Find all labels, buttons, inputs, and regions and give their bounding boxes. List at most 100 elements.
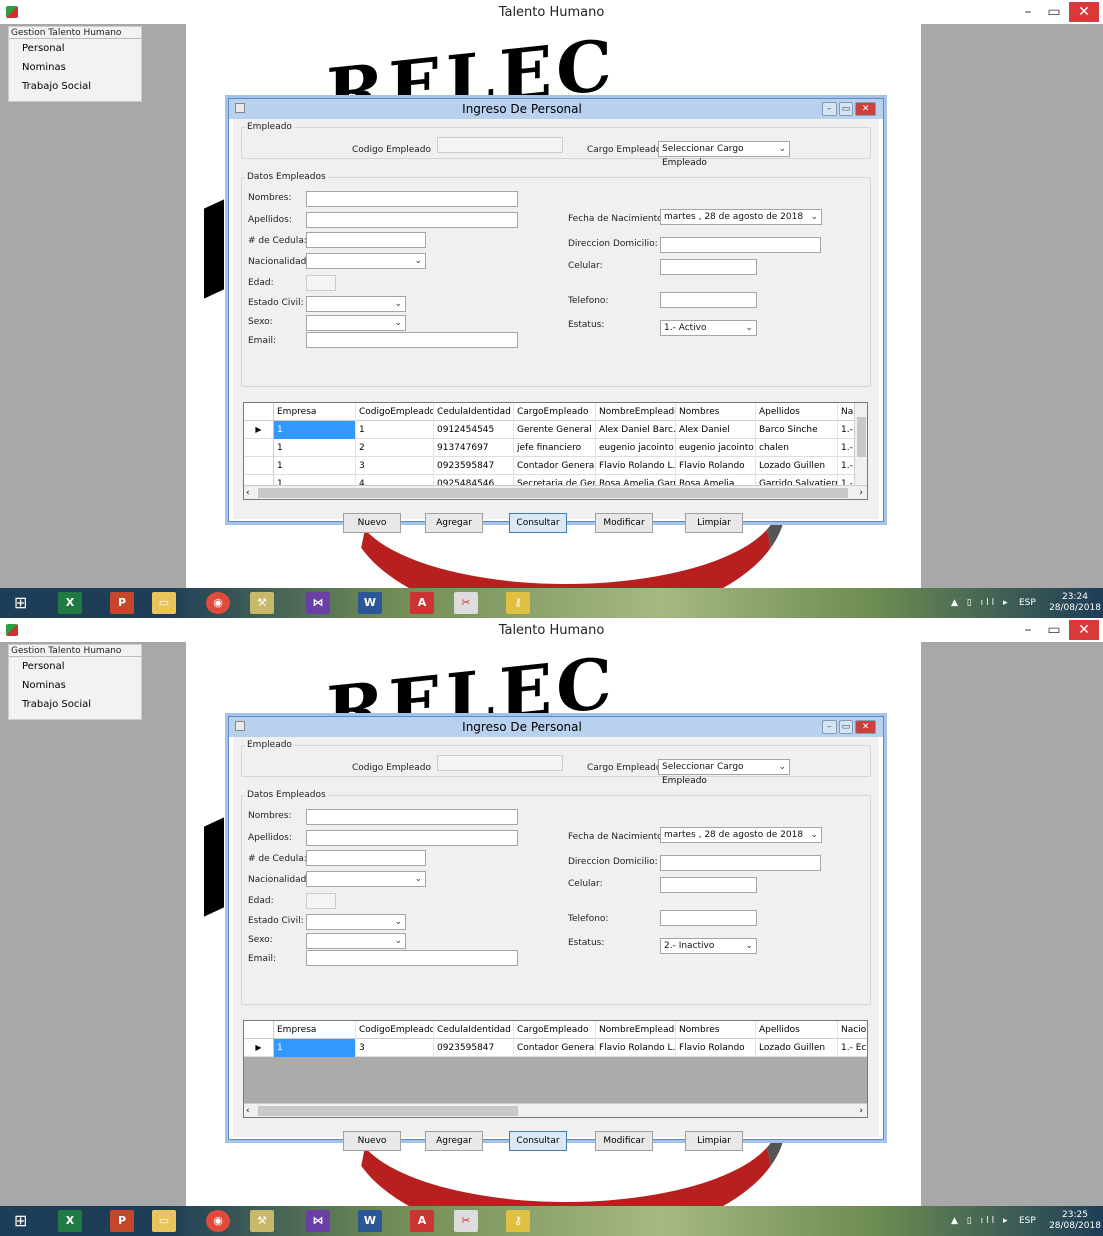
edad-field[interactable] — [306, 893, 336, 909]
column-header[interactable]: NombreEmpleado — [596, 1021, 676, 1039]
menu-item-trabajo-social[interactable]: Trabajo Social — [9, 77, 141, 96]
clock[interactable]: 23:24 28/08/2018 — [1049, 592, 1101, 614]
column-header[interactable]: Empresa — [274, 403, 356, 421]
grid-cell[interactable]: Contador General — [514, 1039, 596, 1057]
sexo-select[interactable]: ⌄ — [306, 933, 406, 949]
grid-cell[interactable]: Flavio Rolando L... — [596, 1039, 676, 1057]
dialog-titlebar[interactable]: Ingreso De Personal – ▭ ✕ — [229, 717, 883, 737]
grid-cell[interactable]: 913747697 — [434, 439, 514, 457]
maximize-button[interactable]: ▭ — [1042, 2, 1066, 22]
cargo-empleado-select[interactable]: Seleccionar Cargo Empleado ⌄ — [658, 141, 790, 168]
visual-studio-icon[interactable]: ⋈ — [306, 592, 330, 614]
celular-field[interactable] — [660, 877, 757, 893]
dialog-close-button[interactable]: ✕ — [855, 720, 877, 734]
file-explorer-icon[interactable]: ▭ — [152, 1210, 176, 1232]
scrollbar-thumb[interactable] — [258, 1106, 518, 1116]
dialog-maximize-button[interactable]: ▭ — [838, 102, 854, 116]
fecha-nacimiento-picker[interactable]: martes , 28 de agosto de 2018 ⌄ — [660, 209, 822, 225]
language-indicator[interactable]: ESP — [1019, 1216, 1036, 1226]
menu-item-trabajo-social[interactable]: Trabajo Social — [9, 695, 141, 714]
sexo-select[interactable]: ⌄ — [306, 315, 406, 331]
nacionalidad-select[interactable]: ⌄ — [306, 871, 426, 887]
grid-cell[interactable]: 1.- Ecu — [838, 1039, 867, 1057]
nombres-field[interactable] — [306, 809, 518, 825]
adobe-icon[interactable]: A — [410, 592, 434, 614]
powerpoint-icon[interactable]: P — [110, 1210, 134, 1232]
limpiar-button[interactable]: Limpiar — [685, 1131, 743, 1151]
column-header[interactable]: CodigoEmpleado — [356, 1021, 434, 1039]
estatus-select[interactable]: 2.- Inactivo ⌄ — [660, 938, 757, 954]
grid-cell[interactable]: eugenio jacointo — [676, 439, 756, 457]
scroll-left-icon[interactable]: ‹ — [246, 486, 250, 499]
table-row[interactable]: ▶ 1 3 0923595847 Contador General Flavio Rola… — [244, 1039, 867, 1057]
network-icon[interactable]: ▲ ▯ ıll ▸ — [951, 598, 1010, 608]
windows-start-icon[interactable]: ⊞ — [14, 1213, 32, 1229]
column-header[interactable]: CedulaIdentidad — [434, 403, 514, 421]
row-header[interactable] — [244, 439, 274, 457]
grid-cell[interactable]: Flavio Rolando — [676, 457, 756, 475]
column-header[interactable]: CargoEmpleado — [514, 403, 596, 421]
grid-cell[interactable]: 1 — [274, 421, 356, 439]
fecha-nacimiento-picker[interactable]: martes , 28 de agosto de 2018 ⌄ — [660, 827, 822, 843]
grid-cell[interactable]: Lozado Guillen — [756, 457, 838, 475]
menu-item-personal[interactable]: Personal — [9, 657, 141, 676]
adobe-icon[interactable]: A — [410, 1210, 434, 1232]
direccion-field[interactable] — [660, 855, 821, 871]
email-field[interactable] — [306, 332, 518, 348]
key-icon[interactable]: ⚷ — [506, 1210, 530, 1232]
menu-header[interactable]: Gestion Talento Humano — [9, 645, 141, 657]
empleados-grid[interactable]: Empresa CodigoEmpleado CedulaIdentidad Carg… — [243, 402, 868, 500]
table-row[interactable]: 1 3 0923595847 Contador General Flavio Rolan… — [244, 457, 867, 475]
grid-vertical-scrollbar[interactable] — [854, 403, 867, 485]
column-header[interactable]: Apellidos — [756, 1021, 838, 1039]
cedula-field[interactable] — [306, 850, 426, 866]
grid-cell[interactable]: 0923595847 — [434, 1039, 514, 1057]
column-header[interactable]: NombreEmpleado — [596, 403, 676, 421]
minimize-button[interactable]: – — [1016, 620, 1040, 640]
scroll-left-icon[interactable]: ‹ — [246, 1104, 250, 1117]
grid-cell[interactable]: Flavio Rolando L... — [596, 457, 676, 475]
grid-cell[interactable]: Flavio Rolando — [676, 1039, 756, 1057]
scroll-right-icon[interactable]: › — [859, 1104, 863, 1117]
celular-field[interactable] — [660, 259, 757, 275]
excel-icon[interactable]: X — [58, 592, 82, 614]
table-row[interactable]: ▶ 1 1 0912454545 Gerente General Alex Daniel … — [244, 421, 867, 439]
estado-civil-select[interactable]: ⌄ — [306, 914, 406, 930]
direccion-field[interactable] — [660, 237, 821, 253]
grid-cell[interactable]: Barco Sinche — [756, 421, 838, 439]
column-header[interactable]: Nombres — [676, 1021, 756, 1039]
scroll-right-icon[interactable]: › — [859, 486, 863, 499]
column-header[interactable]: Apellidos — [756, 403, 838, 421]
estatus-select[interactable]: 1.- Activo ⌄ — [660, 320, 757, 336]
grid-cell[interactable]: Gerente General — [514, 421, 596, 439]
cargo-empleado-select[interactable]: Seleccionar Cargo Empleado ⌄ — [658, 759, 790, 786]
grid-cell[interactable]: 2 — [356, 439, 434, 457]
row-header[interactable] — [244, 457, 274, 475]
grid-cell[interactable]: chalen — [756, 439, 838, 457]
close-button[interactable]: ✕ — [1069, 2, 1099, 22]
grid-cell[interactable]: 1 — [274, 439, 356, 457]
email-field[interactable] — [306, 950, 518, 966]
grid-cell[interactable]: 1 — [356, 421, 434, 439]
chrome-icon[interactable]: ◉ — [206, 1210, 230, 1232]
consultar-button[interactable]: Consultar — [509, 513, 567, 533]
estado-civil-select[interactable]: ⌄ — [306, 296, 406, 312]
codigo-empleado-field[interactable] — [437, 755, 563, 771]
minimize-button[interactable]: – — [1016, 2, 1040, 22]
paint-icon[interactable]: ✂ — [454, 592, 478, 614]
modificar-button[interactable]: Modificar — [595, 1131, 653, 1151]
nuevo-button[interactable]: Nuevo — [343, 1131, 401, 1151]
grid-cell[interactable]: 1 — [274, 1039, 356, 1057]
key-icon[interactable]: ⚷ — [506, 592, 530, 614]
dialog-maximize-button[interactable]: ▭ — [838, 720, 854, 734]
menu-item-personal[interactable]: Personal — [9, 39, 141, 58]
consultar-button[interactable]: Consultar — [509, 1131, 567, 1151]
paint-icon[interactable]: ✂ — [454, 1210, 478, 1232]
maximize-button[interactable]: ▭ — [1042, 620, 1066, 640]
agregar-button[interactable]: Agregar — [425, 1131, 483, 1151]
telefono-field[interactable] — [660, 910, 757, 926]
scrollbar-thumb[interactable] — [857, 417, 866, 457]
network-icon[interactable]: ▲ ▯ ıll ▸ — [951, 1216, 1010, 1226]
scrollbar-thumb[interactable] — [258, 488, 848, 498]
language-indicator[interactable]: ESP — [1019, 598, 1036, 608]
